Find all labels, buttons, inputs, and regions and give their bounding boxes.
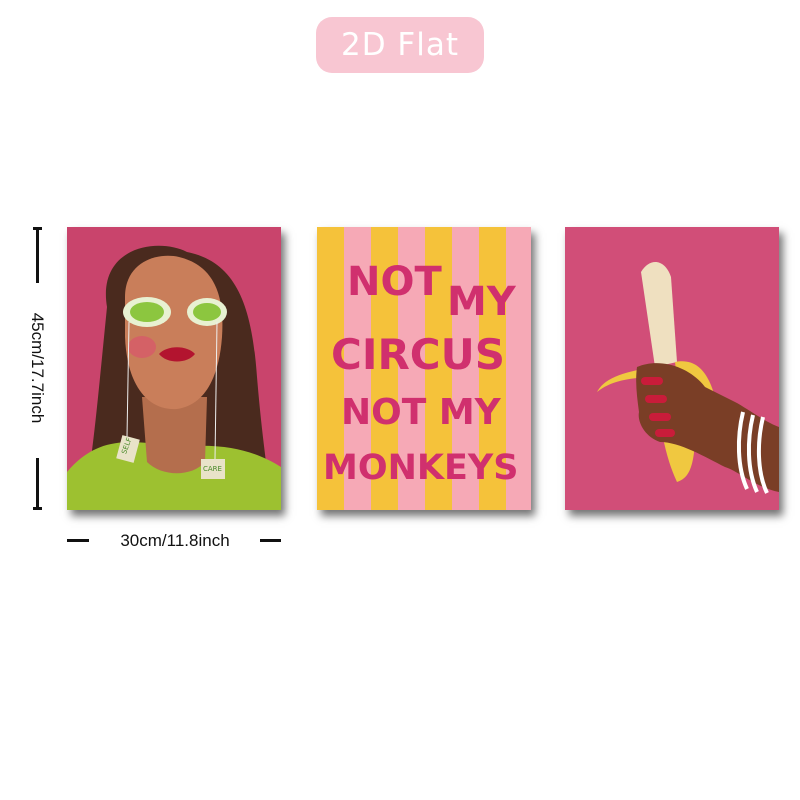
- slogan-monkeys: MONKEYS: [323, 448, 518, 488]
- poster-self-care-woman: SELF CARE: [67, 227, 281, 510]
- not-my-circus-artwork: NOT MY CIRCUS NOT MY MONKEYS: [317, 227, 531, 510]
- poster-not-my-circus: NOT MY CIRCUS NOT MY MONKEYS: [317, 227, 531, 510]
- height-label: 45cm/17.7inch: [28, 312, 47, 424]
- poster-banana-hand: [565, 227, 779, 510]
- width-bar-left: [67, 539, 89, 542]
- style-badge: 2D Flat: [316, 17, 484, 73]
- slogan-circus: CIRCUS: [331, 330, 505, 379]
- slogan-not-my-2: NOT MY: [341, 392, 502, 433]
- slogan-not-1: NOT: [347, 259, 442, 305]
- slogan-my-1: MY: [447, 279, 517, 325]
- banana-hand-illustration: [565, 227, 779, 510]
- width-label: 30cm/11.8inch: [120, 531, 230, 550]
- height-label-box: 45cm/17.7inch: [2, 243, 72, 493]
- height-bar-lower: [36, 458, 39, 510]
- tag-care: CARE: [203, 465, 222, 473]
- style-badge-label: 2D Flat: [340, 27, 460, 63]
- width-bar-right: [260, 539, 281, 542]
- self-care-woman-illustration: SELF CARE: [67, 227, 281, 510]
- height-bar-bottom-cap: [33, 507, 42, 510]
